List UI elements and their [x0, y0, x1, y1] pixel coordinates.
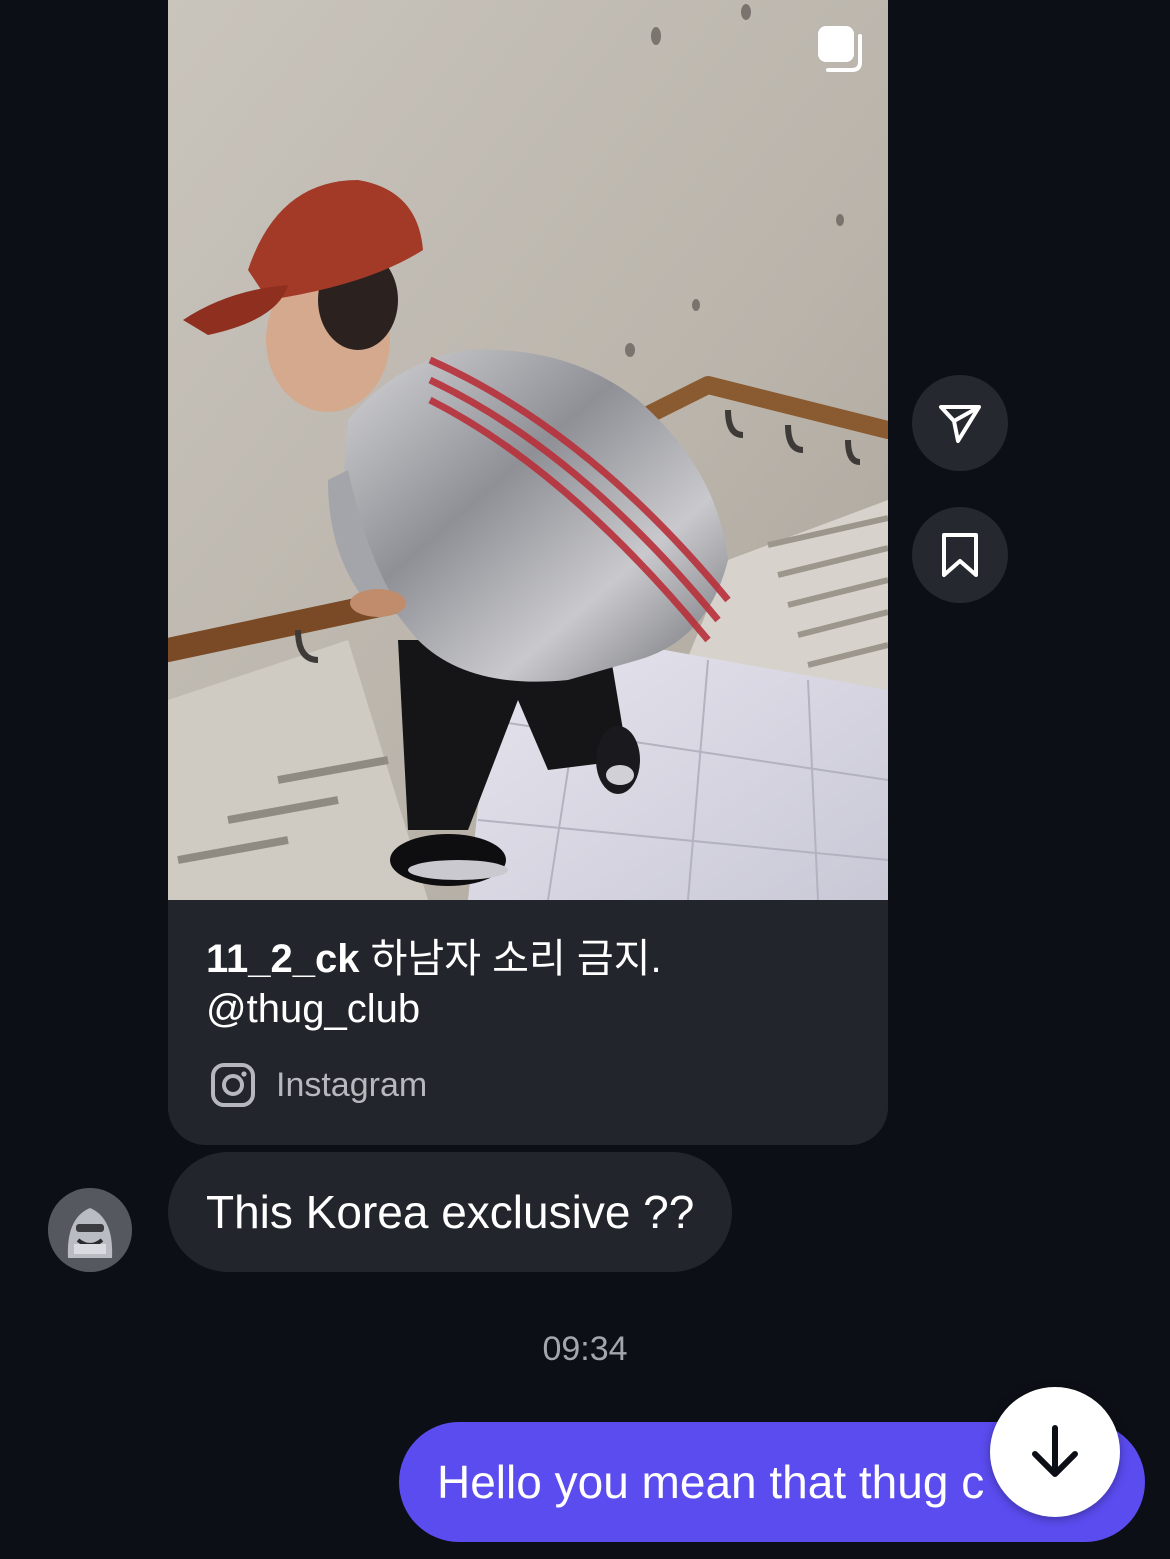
avatar-image: [48, 1188, 132, 1272]
post-source-label: Instagram: [276, 1065, 428, 1104]
post-photo-illustration: [168, 0, 888, 900]
post-author[interactable]: 11_2_ck: [206, 937, 360, 981]
post-caption-text: 하남자 소리 금지.: [359, 937, 662, 981]
outgoing-message-text: Hello you mean that thug c: [437, 1456, 985, 1508]
post-caption: 11_2_ck 하남자 소리 금지. @thug_club: [206, 934, 856, 1034]
post-mention[interactable]: @thug_club: [206, 987, 420, 1031]
save-button[interactable]: [912, 507, 1008, 603]
arrow-down-icon: [1032, 1425, 1078, 1477]
post-footer[interactable]: 11_2_ck 하남자 소리 금지. @thug_club Instagram: [168, 900, 888, 1145]
bookmark-icon: [942, 533, 978, 577]
avatar[interactable]: [48, 1188, 132, 1272]
incoming-message-bubble[interactable]: This Korea exclusive ??: [168, 1152, 733, 1272]
shared-post-card[interactable]: 11_2_ck 하남자 소리 금지. @thug_club Instagram: [168, 0, 888, 1145]
post-image[interactable]: [168, 0, 888, 900]
send-icon: [939, 405, 981, 443]
carousel-icon: [818, 26, 862, 72]
share-button[interactable]: [912, 375, 1008, 471]
instagram-icon: [211, 1063, 255, 1107]
scroll-to-bottom-button[interactable]: [990, 1387, 1120, 1517]
chat-screen: 11_2_ck 하남자 소리 금지. @thug_club Instagram: [0, 0, 1170, 1559]
message-timestamp: 09:34: [542, 1330, 628, 1368]
post-source: Instagram: [210, 1062, 427, 1108]
